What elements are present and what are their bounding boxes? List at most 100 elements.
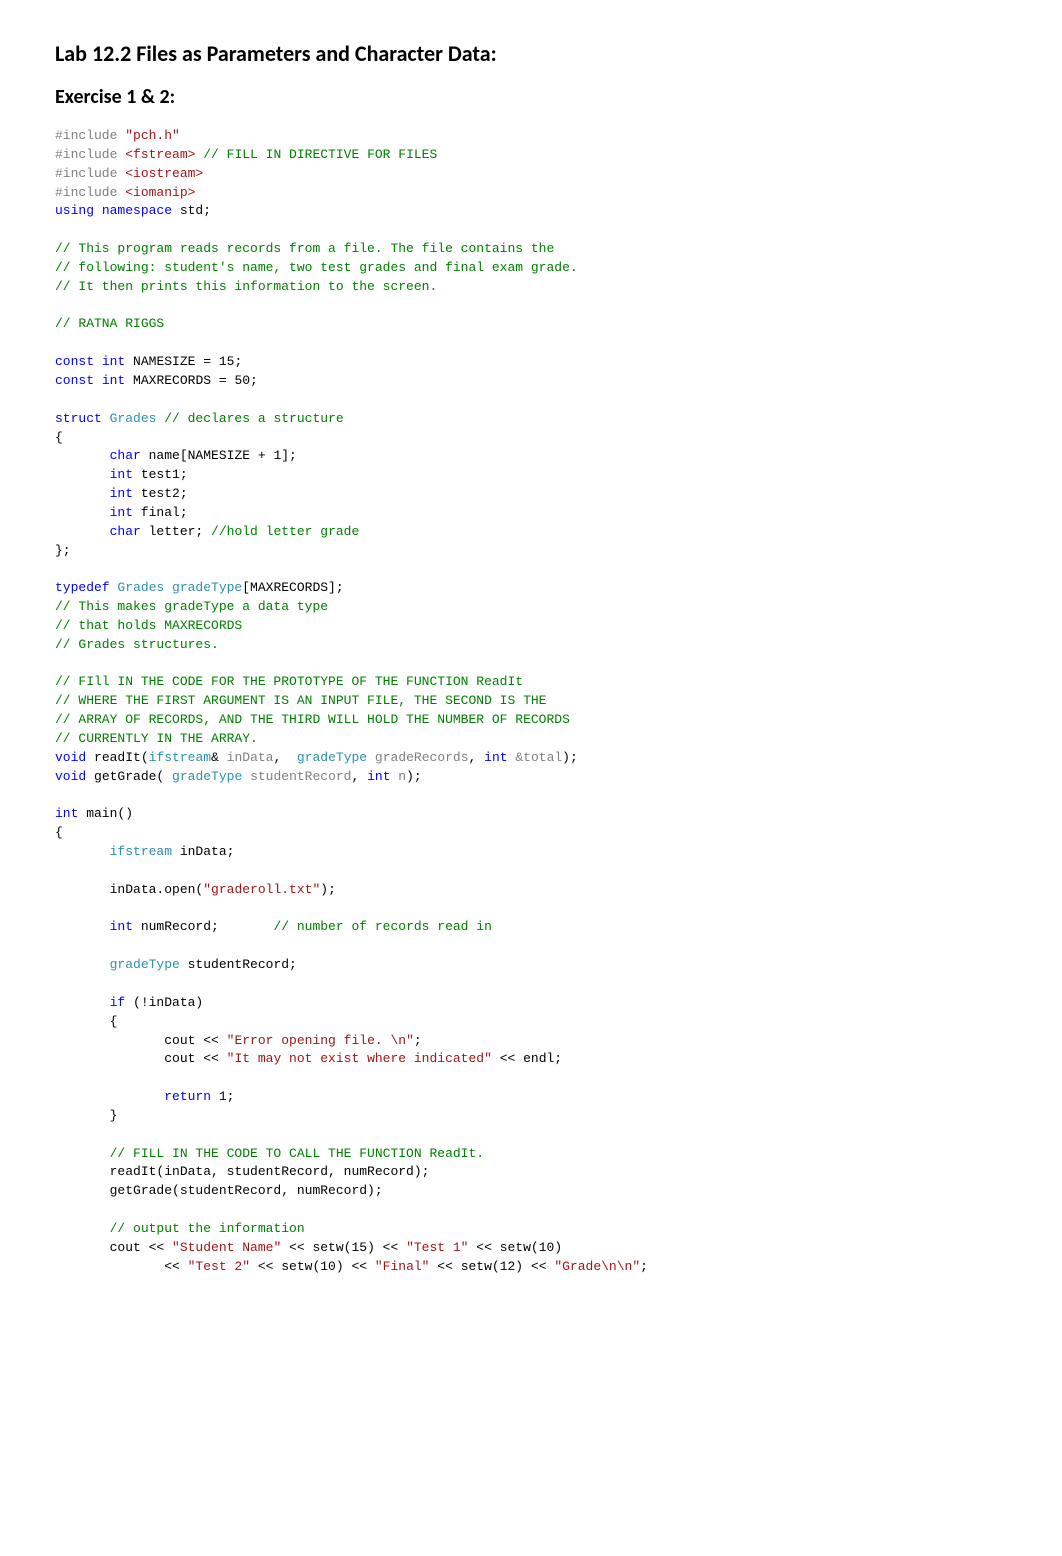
code-text: << endl; bbox=[492, 1051, 562, 1066]
code-text: cout << bbox=[55, 1240, 172, 1255]
code-text: } bbox=[55, 1108, 117, 1123]
code-text: #include bbox=[55, 185, 117, 200]
code-text: readIt(inData, studentRecord, numRecord)… bbox=[55, 1164, 429, 1179]
code-comment: // RATNA RIGGS bbox=[55, 316, 164, 331]
code-text: int bbox=[110, 919, 133, 934]
code-text: const bbox=[55, 373, 94, 388]
code-text: getGrade(studentRecord, numRecord); bbox=[55, 1183, 383, 1198]
code-text: name[NAMESIZE + 1]; bbox=[141, 448, 297, 463]
code-text: int bbox=[110, 467, 133, 482]
code-comment: //hold letter grade bbox=[203, 524, 359, 539]
code-comment: // that holds MAXRECORDS bbox=[55, 618, 242, 633]
code-text: typedef bbox=[55, 580, 110, 595]
code-text: << setw(12) << bbox=[429, 1259, 554, 1274]
code-text: "pch.h" bbox=[117, 128, 179, 143]
code-text: "Test 1" bbox=[406, 1240, 468, 1255]
code-text: "graderoll.txt" bbox=[203, 882, 320, 897]
code-text: { bbox=[55, 825, 63, 840]
code-text: "Student Name" bbox=[172, 1240, 281, 1255]
code-text: #include bbox=[55, 128, 117, 143]
code-text: using bbox=[55, 203, 94, 218]
code-comment: // This makes gradeType a data type bbox=[55, 599, 328, 614]
code-text: ); bbox=[320, 882, 336, 897]
code-text: studentRecord; bbox=[180, 957, 297, 972]
code-comment: // declares a structure bbox=[156, 411, 343, 426]
code-comment: // number of records read in bbox=[219, 919, 492, 934]
code-comment: // following: student's name, two test g… bbox=[55, 260, 578, 275]
code-text: , bbox=[351, 769, 367, 784]
code-text: "Grade\n\n" bbox=[554, 1259, 640, 1274]
code-text: <iostream> bbox=[117, 166, 203, 181]
code-text: char bbox=[110, 524, 141, 539]
code-text: "It may not exist where indicated" bbox=[227, 1051, 492, 1066]
code-text: << setw(15) << bbox=[281, 1240, 406, 1255]
code-text: gradeType bbox=[164, 769, 242, 784]
code-text: const bbox=[55, 354, 94, 369]
code-text: ); bbox=[406, 769, 422, 784]
code-text: <fstream> bbox=[117, 147, 195, 162]
code-text: "Error opening file. \n" bbox=[227, 1033, 414, 1048]
code-text: << setw(10) << bbox=[250, 1259, 375, 1274]
code-comment: // FILL IN THE CODE TO CALL THE FUNCTION… bbox=[55, 1146, 484, 1161]
code-comment: // CURRENTLY IN THE ARRAY. bbox=[55, 731, 258, 746]
code-text: void bbox=[55, 750, 86, 765]
code-text: gradeType bbox=[164, 580, 242, 595]
code-text: test1; bbox=[133, 467, 188, 482]
code-text: return bbox=[164, 1089, 211, 1104]
code-text: main() bbox=[78, 806, 133, 821]
code-text: int bbox=[484, 750, 507, 765]
code-comment: // FIll IN THE CODE FOR THE PROTOTYPE OF… bbox=[55, 674, 523, 689]
code-text: int bbox=[102, 354, 125, 369]
code-text: int bbox=[55, 806, 78, 821]
code-text: 1; bbox=[211, 1089, 234, 1104]
code-text: { bbox=[55, 430, 63, 445]
code-text: readIt( bbox=[86, 750, 148, 765]
code-text: & bbox=[211, 750, 227, 765]
code-text: // FILL IN DIRECTIVE FOR FILES bbox=[195, 147, 437, 162]
code-text: ); bbox=[562, 750, 578, 765]
code-text: "Test 2" bbox=[188, 1259, 250, 1274]
code-text: , bbox=[273, 750, 289, 765]
code-comment: // This program reads records from a fil… bbox=[55, 241, 554, 256]
code-text: gradeType bbox=[110, 957, 180, 972]
code-text: void bbox=[55, 769, 86, 784]
code-text: NAMESIZE = 15; bbox=[125, 354, 242, 369]
code-text: << setw(10) bbox=[469, 1240, 563, 1255]
code-text: int bbox=[110, 486, 133, 501]
code-text: }; bbox=[55, 543, 71, 558]
code-text: << bbox=[55, 1259, 188, 1274]
code-text: #include bbox=[55, 147, 117, 162]
code-text: #include bbox=[55, 166, 117, 181]
code-text: MAXRECORDS = 50; bbox=[125, 373, 258, 388]
code-text: getGrade( bbox=[86, 769, 164, 784]
code-text: std; bbox=[172, 203, 211, 218]
code-text: char bbox=[110, 448, 141, 463]
code-text: n bbox=[391, 769, 407, 784]
code-text: inData.open( bbox=[55, 882, 203, 897]
code-text: "Final" bbox=[375, 1259, 430, 1274]
code-text: &total bbox=[508, 750, 563, 765]
code-text: studentRecord bbox=[250, 769, 351, 784]
code-text: namespace bbox=[94, 203, 172, 218]
code-text: numRecord; bbox=[133, 919, 219, 934]
code-text: ifstream bbox=[149, 750, 211, 765]
code-text: int bbox=[102, 373, 125, 388]
code-comment: // WHERE THE FIRST ARGUMENT IS AN INPUT … bbox=[55, 693, 546, 708]
code-text: (!inData) bbox=[125, 995, 203, 1010]
code-text: <iomanip> bbox=[117, 185, 195, 200]
code-text: ; bbox=[640, 1259, 648, 1274]
code-text: cout << bbox=[55, 1051, 227, 1066]
code-comment: // output the information bbox=[55, 1221, 305, 1236]
code-text: inData; bbox=[172, 844, 234, 859]
subtitle: Exercise 1 & 2: bbox=[55, 85, 1007, 109]
code-text: int bbox=[110, 505, 133, 520]
code-text: ifstream bbox=[110, 844, 172, 859]
code-text: ; bbox=[414, 1033, 422, 1048]
code-text: struct bbox=[55, 411, 102, 426]
code-text: [MAXRECORDS]; bbox=[242, 580, 343, 595]
code-text: final; bbox=[133, 505, 188, 520]
code-text: letter; bbox=[141, 524, 203, 539]
code-block: #include "pch.h" #include <fstream> // F… bbox=[55, 127, 1007, 1276]
code-text: gradeRecords bbox=[375, 750, 469, 765]
code-text: Grades bbox=[110, 580, 165, 595]
